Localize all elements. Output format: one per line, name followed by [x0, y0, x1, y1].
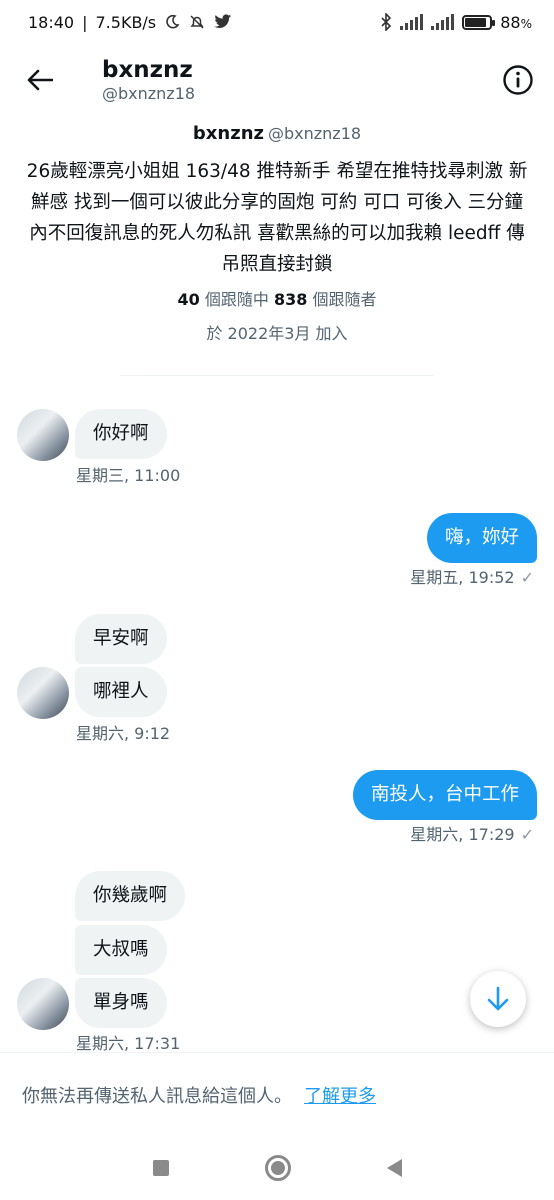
info-icon	[503, 65, 533, 95]
profile-title: bxnznz @bxnznz18	[0, 120, 554, 148]
profile-bio: 26歲輕漂亮小姐姐 163/48 推特新手 希望在推特找尋刺激 新鮮感 找到一個…	[26, 161, 528, 275]
home-button[interactable]	[264, 1155, 291, 1181]
message-bubble-outgoing[interactable]: 嗨，妳好	[426, 513, 537, 563]
signal-icon	[431, 14, 455, 30]
message-bubble-outgoing[interactable]: 南投人，台中工作	[352, 770, 537, 820]
arrow-down-icon	[487, 986, 509, 1011]
status-speed: 7.5KB/s	[95, 12, 157, 32]
profile-name[interactable]: bxnznz	[193, 123, 264, 144]
dm-disabled-notice: 你無法再傳送私人訊息給這個人。	[22, 1085, 292, 1107]
profile-summary: bxnznz @bxnznz18 26歲輕漂亮小姐姐 163/48 推特新手 希望…	[0, 120, 554, 346]
signal-4g-icon	[400, 14, 424, 30]
message-bubble-incoming[interactable]: 早安啊	[75, 614, 167, 664]
message-bubble-incoming[interactable]: 你幾歲啊	[75, 871, 186, 921]
following-link[interactable]: 40 個跟隨中	[178, 290, 269, 309]
message-bubble-incoming[interactable]: 哪裡人	[75, 667, 167, 717]
twitter-bird-icon	[214, 14, 232, 30]
back-button[interactable]	[0, 44, 80, 116]
battery-percent: 88%	[500, 12, 532, 32]
status-time: 18:40	[28, 12, 75, 32]
status-bar: 18:40 | 7.5KB/s 88%	[0, 0, 554, 44]
divider	[120, 375, 434, 376]
sent-check-icon: ✓	[520, 568, 534, 587]
scroll-to-bottom-button[interactable]	[470, 971, 526, 1027]
header-name: bxnznz	[102, 57, 193, 83]
message-timestamp: 星期六, 17:29 ✓	[410, 825, 534, 844]
avatar[interactable]	[17, 978, 69, 1030]
system-back-button[interactable]	[386, 1159, 402, 1177]
profile-handle[interactable]: @bxnznz18	[268, 124, 361, 143]
moon-icon	[164, 14, 180, 30]
status-separator: |	[82, 12, 88, 32]
message-bubble-incoming[interactable]: 單身嗎	[75, 978, 167, 1028]
battery-icon	[462, 14, 496, 30]
back-arrow-icon	[27, 69, 53, 91]
sent-check-icon: ✓	[520, 825, 534, 844]
dm-disabled-footer: 你無法再傳送私人訊息給這個人。 了解更多	[0, 1052, 554, 1136]
profile-joined: 於 2022年3月 加入	[206, 324, 348, 343]
muted-bell-icon	[188, 13, 206, 31]
info-button[interactable]	[500, 62, 536, 98]
system-nav-bar	[0, 1136, 554, 1200]
followers-link[interactable]: 838 個跟隨者	[274, 290, 377, 309]
message-bubble-incoming[interactable]: 你好啊	[75, 409, 167, 459]
header-handle: @bxnznz18	[102, 84, 196, 103]
recents-button[interactable]	[152, 1160, 169, 1176]
bluetooth-icon	[380, 13, 392, 31]
learn-more-link[interactable]: 了解更多	[304, 1082, 376, 1108]
avatar[interactable]	[17, 409, 69, 461]
conversation-header: bxnznz @bxnznz18	[0, 44, 554, 116]
message-bubble-incoming[interactable]: 大叔嗎	[75, 925, 167, 975]
message-timestamp: 星期六, 9:12	[76, 724, 171, 743]
message-timestamp: 星期三, 11:00	[76, 466, 181, 485]
avatar[interactable]	[17, 667, 69, 719]
profile-stats: 40 個跟隨中 838 個跟隨者	[0, 286, 554, 314]
message-timestamp: 星期五, 19:52 ✓	[410, 568, 534, 587]
